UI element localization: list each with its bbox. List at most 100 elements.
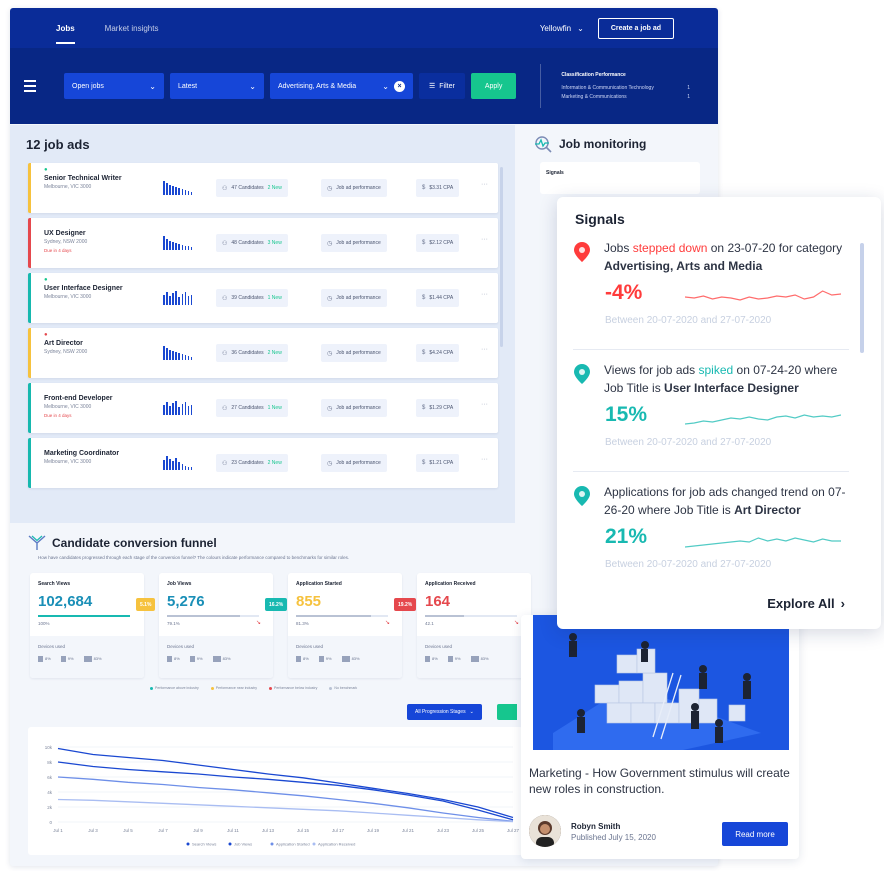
job-list-scrollbar[interactable] (500, 167, 503, 347)
device-share: 9% (454, 656, 461, 662)
sparkline-bar (172, 186, 174, 195)
device-desktop: 83% (212, 656, 231, 662)
series-line (57, 761, 514, 821)
read-more-button[interactable]: Read more (722, 822, 788, 846)
y-tick-label: 6k (47, 775, 53, 780)
secondary-stage-button[interactable] (497, 704, 517, 720)
more-options-icon[interactable]: ··· (481, 236, 488, 243)
dollar-icon: $ (422, 295, 426, 301)
chevron-down-icon: ⌄ (249, 81, 256, 91)
sparkline-bar (169, 241, 171, 250)
job-ad-row[interactable]: ● Art Director Sydney, NSW 2000 ⚇ 36 Candida… (28, 328, 498, 378)
top-navigation: Jobs Market insights Yellowfin ⌄ Create … (10, 8, 718, 48)
performance-pill[interactable]: ◷ Job ad performance (321, 344, 387, 362)
apply-button[interactable]: Apply (470, 73, 517, 99)
candidates-pill[interactable]: ⚇ 48 Candidates 3 New (216, 234, 288, 252)
job-ad-row[interactable]: ● Senior Technical Writer Melbourne, VIC 3… (28, 163, 498, 213)
more-options-icon[interactable]: ··· (481, 346, 488, 353)
more-options-icon[interactable]: ··· (481, 456, 488, 463)
candidates-pill[interactable]: ⚇ 23 Candidates 2 New (216, 454, 288, 472)
job-due-flag: Due in 4 days (44, 248, 72, 253)
clear-filter-icon[interactable]: × (394, 80, 405, 92)
article-card[interactable]: Marketing - How Government stimulus will… (521, 615, 799, 859)
funnel-stage-card[interactable]: Job Views 5,276 79.1% ↘ Devices used 8% 9% 83% (159, 573, 273, 678)
funnel-progress-fill (296, 615, 371, 617)
device-desktop: 83% (341, 656, 360, 662)
status-dropdown[interactable]: Open jobs ⌄ (64, 73, 164, 99)
cpa-pill[interactable]: $ $1.21 CPA (416, 454, 460, 472)
funnel-stage-card[interactable]: Application Received 164 42.1 ↘ Devices used… (417, 573, 531, 678)
job-title[interactable]: UX Designer (44, 230, 86, 237)
performance-pill[interactable]: ◷ Job ad performance (321, 179, 387, 197)
create-job-ad-button[interactable]: Create a job ad (597, 17, 674, 39)
job-title[interactable]: Front-end Developer (44, 395, 112, 402)
funnel-description: How have candidates progressed through e… (38, 555, 350, 560)
article-title[interactable]: Marketing - How Government stimulus will… (529, 765, 795, 797)
performance-pill[interactable]: ◷ Job ad performance (321, 234, 387, 252)
sparkline-bar (163, 236, 165, 250)
funnel-stage-card[interactable]: Search Views 102,684 100% Devices used 8% 9% 8… (30, 573, 144, 678)
hamburger-menu-icon[interactable] (24, 75, 46, 97)
candidates-pill[interactable]: ⚇ 39 Candidates 1 New (216, 289, 288, 307)
tab-jobs[interactable]: Jobs (56, 10, 75, 47)
job-title[interactable]: Marketing Coordinator (44, 450, 119, 457)
status-dropdown-value: Open jobs (72, 82, 104, 90)
chevron-down-icon: ⌄ (149, 81, 156, 91)
job-location: Melbourne, VIC 3000 (44, 459, 92, 465)
job-ad-row[interactable]: Marketing Coordinator Melbourne, VIC 3000… (28, 438, 498, 488)
trend-down-icon: ↘ (513, 620, 519, 626)
more-options-icon[interactable]: ··· (481, 181, 488, 188)
tab-market-insights[interactable]: Market insights (105, 10, 159, 47)
views-sparkline (163, 454, 193, 470)
candidates-count: 47 Candidates (231, 185, 264, 191)
legend-entry: No benchmark (329, 686, 357, 690)
mobile-icon (167, 656, 172, 662)
signals-scrollbar[interactable] (860, 243, 864, 353)
performance-pill[interactable]: ◷ Job ad performance (321, 289, 387, 307)
construction-illustration (533, 615, 789, 750)
explore-all-link[interactable]: Explore All › (767, 596, 845, 611)
signals-mini-card[interactable]: Signals (540, 162, 700, 194)
cpa-pill[interactable]: $ $3.31 CPA (416, 179, 460, 197)
candidates-pill[interactable]: ⚇ 36 Candidates 2 New (216, 344, 288, 362)
job-title[interactable]: Senior Technical Writer (44, 175, 122, 182)
account-menu[interactable]: Yellowfin ⌄ (540, 24, 584, 33)
progression-stage-dropdown[interactable]: All Progression Stages ⌄ (407, 704, 482, 720)
cpa-pill[interactable]: $ $1.29 CPA (416, 399, 460, 417)
cpa-value: $1.44 CPA (429, 295, 454, 301)
tablet-icon (447, 656, 453, 662)
job-title[interactable]: Art Director (44, 340, 83, 347)
sparkline-bar (178, 244, 181, 250)
more-options-icon[interactable]: ··· (481, 401, 488, 408)
cpa-pill[interactable]: $ $1.44 CPA (416, 289, 460, 307)
signal-emphasis: stepped down (632, 241, 708, 255)
signal-divider (573, 349, 849, 350)
candidates-pill[interactable]: ⚇ 47 Candidates 2 New (216, 179, 288, 197)
funnel-stage-card[interactable]: Application Started 855 81.3% ↘ Devices used… (288, 573, 402, 678)
performance-pill[interactable]: ◷ Job ad performance (321, 454, 387, 472)
job-ad-row[interactable]: Front-end Developer Melbourne, VIC 3000 Du… (28, 383, 498, 433)
device-tablet: 9% (447, 656, 461, 662)
sparkline-bar (181, 245, 184, 250)
filter-button[interactable]: ☰ Filter (419, 73, 465, 99)
sparkline-bar (190, 192, 193, 195)
job-title[interactable]: User Interface Designer (44, 285, 123, 292)
signal-target: User Interface Designer (664, 381, 799, 395)
more-options-icon[interactable]: ··· (481, 291, 488, 298)
performance-pill[interactable]: ◷ Job ad performance (321, 399, 387, 417)
cpa-value: $3.31 CPA (429, 185, 454, 191)
sparkline-bar (175, 291, 177, 305)
device-share: 9% (196, 656, 203, 662)
sort-dropdown[interactable]: Latest ⌄ (170, 73, 264, 99)
views-sparkline (163, 234, 193, 250)
candidates-pill[interactable]: ⚇ 27 Candidates 1 New (216, 399, 288, 417)
classification-dropdown[interactable]: Advertising, Arts & Media ⌄ × (270, 73, 413, 99)
cpa-pill[interactable]: $ $2.12 CPA (416, 234, 460, 252)
job-ad-row[interactable]: ● User Interface Designer Melbourne, VIC 3… (28, 273, 498, 323)
conversion-rate-badge: 5.1% (136, 598, 156, 611)
classification-row-label: Marketing & Communications (561, 93, 627, 100)
classification-performance: Classification Performance Information &… (561, 71, 704, 102)
cpa-pill[interactable]: $ $4.24 CPA (416, 344, 460, 362)
device-mobile: 8% (296, 656, 309, 662)
job-ad-row[interactable]: UX Designer Sydney, NSW 2000 Due in 4 days… (28, 218, 498, 268)
